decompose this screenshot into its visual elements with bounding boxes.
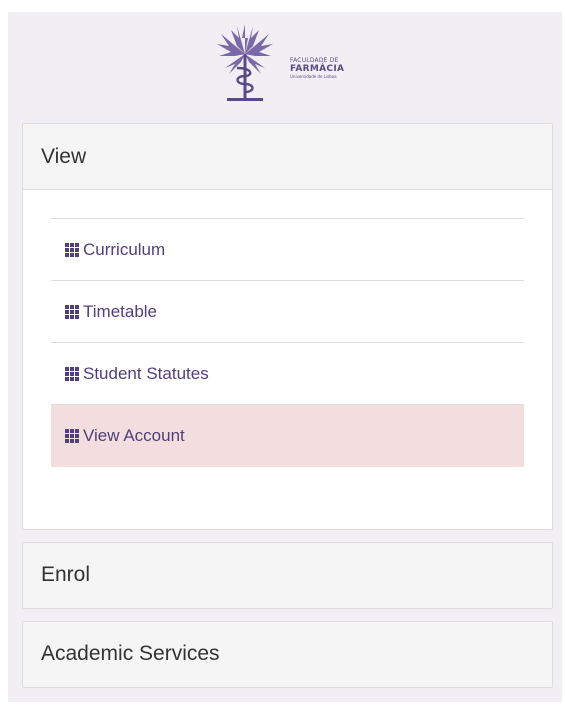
- panel-heading-view[interactable]: View: [23, 124, 552, 190]
- logo[interactable]: FACULDADE DE FARMÁCIA Universidade de Li…: [8, 12, 562, 124]
- panel-enrol: Enrol: [22, 542, 553, 609]
- menu-item-label: View Account: [83, 426, 185, 445]
- menu-item-timetable[interactable]: Timetable: [51, 281, 524, 343]
- grid-icon: [65, 429, 79, 443]
- menu-item-label: Curriculum: [83, 239, 166, 259]
- panel-body-view: Curriculum Timetable Student Statutes Vi…: [23, 190, 552, 467]
- palm-tree-caduceus-icon: [217, 24, 273, 101]
- logo-line-faculdade: FACULDADE DE: [290, 57, 339, 64]
- panel-heading-enrol[interactable]: Enrol: [23, 543, 552, 608]
- menu-item-view-account[interactable]: View Account: [51, 405, 524, 467]
- panel-view: View Curriculum Timetable Student Statut…: [22, 123, 553, 530]
- grid-icon: [65, 304, 79, 319]
- menu-item-label: Timetable: [83, 301, 158, 321]
- menu-item-curriculum[interactable]: Curriculum: [51, 219, 524, 281]
- menu-item-label: Student Statutes: [83, 363, 209, 383]
- grid-icon: [65, 366, 79, 381]
- panel-academic-services: Academic Services: [22, 621, 553, 688]
- panel-heading-academic-services[interactable]: Academic Services: [23, 622, 552, 687]
- sidebar: FACULDADE DE FARMÁCIA Universidade de Li…: [8, 12, 562, 702]
- logo-line-farmacia: FARMÁCIA: [290, 64, 345, 74]
- logo-text: FACULDADE DE FARMÁCIA Universidade de Li…: [290, 57, 344, 80]
- menu-item-student-statutes[interactable]: Student Statutes: [51, 343, 524, 405]
- view-menu-list: Curriculum Timetable Student Statutes Vi…: [51, 218, 524, 467]
- grid-icon: [65, 242, 79, 257]
- logo-line-universidade: Universidade de Lisboa: [290, 74, 337, 79]
